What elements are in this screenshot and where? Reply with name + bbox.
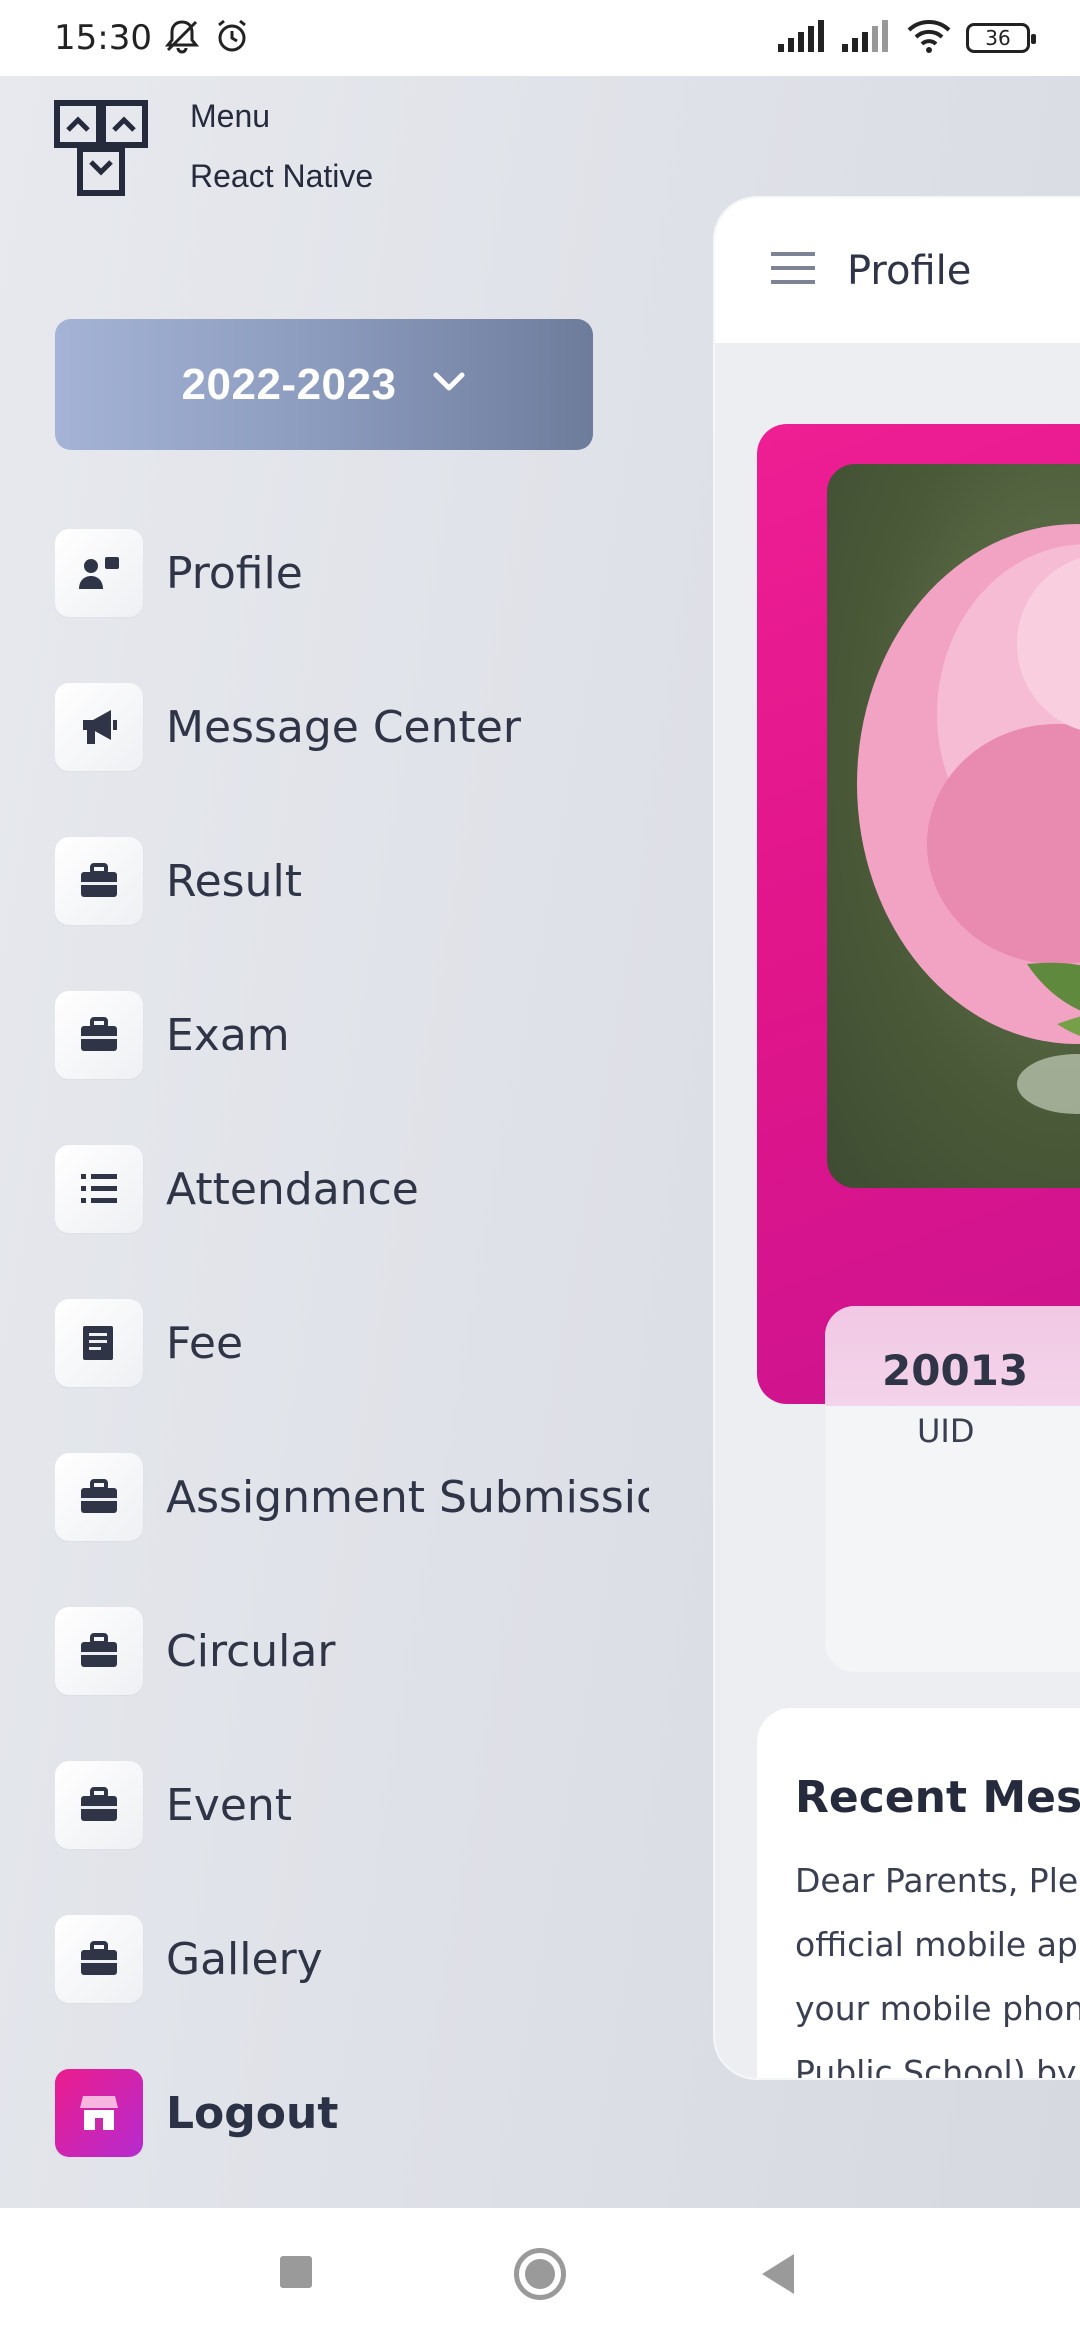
message-line: Public School) by F	[795, 2053, 1080, 2080]
list-icon	[55, 1145, 143, 1233]
hamburger-menu-icon[interactable]	[771, 248, 815, 293]
menu-label: Circular	[166, 1625, 336, 1677]
home-button[interactable]	[514, 2248, 566, 2300]
battery-icon: 36	[966, 23, 1036, 53]
system-nav-bar	[0, 2208, 1080, 2340]
menu-label: Logout	[166, 2087, 339, 2139]
academic-year-value: 2022-2023	[181, 359, 397, 409]
menu-label: Message Center	[166, 701, 521, 753]
menu-item-exam[interactable]: Exam	[55, 990, 665, 1080]
briefcase-icon	[55, 991, 143, 1079]
status-time: 15:30	[54, 18, 152, 58]
drawer-subtitle: React Native	[190, 158, 374, 194]
chevron-down-icon	[432, 371, 466, 398]
back-button[interactable]	[762, 2254, 794, 2294]
uid-value: 20013	[882, 1346, 1029, 1395]
main-screen[interactable]: Profile 20013 UID Recent Messa Dear Pare…	[713, 196, 1080, 2080]
menu-item-logout[interactable]: Logout	[55, 2068, 665, 2158]
alarm-icon	[212, 16, 252, 61]
menu-label: Gallery	[166, 1933, 323, 1985]
menu-label: Exam	[166, 1009, 290, 1061]
profile-photo	[827, 464, 1080, 1188]
user-card-icon	[55, 529, 143, 617]
signal-icon	[778, 19, 828, 57]
menu-label: Event	[166, 1779, 293, 1831]
menu-item-event[interactable]: Event	[55, 1760, 665, 1850]
briefcase-icon	[55, 1915, 143, 2003]
megaphone-icon	[55, 683, 143, 771]
recent-message-text: Dear Parents, Plea official mobile app y…	[795, 1849, 1080, 2080]
briefcase-icon	[55, 1761, 143, 1849]
menu-label: Fee	[166, 1317, 244, 1369]
app-header: Profile	[715, 198, 1080, 343]
briefcase-icon	[55, 1453, 143, 1541]
message-line: official mobile app	[795, 1925, 1080, 1964]
menu-label: Profile	[166, 547, 303, 599]
menu-item-profile[interactable]: Profile	[55, 528, 665, 618]
receipt-icon	[55, 1299, 143, 1387]
recent-messages-title: Recent Messa	[795, 1772, 1080, 1823]
uid-label: UID	[917, 1412, 975, 1450]
academic-year-dropdown[interactable]: 2022-2023	[55, 319, 593, 450]
bell-muted-icon	[162, 16, 202, 61]
menu-label: Assignment Submission	[166, 1471, 649, 1523]
briefcase-icon	[55, 837, 143, 925]
menu-label: Attendance	[166, 1163, 419, 1215]
briefcase-icon	[55, 1607, 143, 1695]
menu-item-assignment-submission[interactable]: Assignment Submission	[55, 1452, 649, 1542]
message-line: your mobile phon	[795, 1989, 1080, 2028]
menu-item-circular[interactable]: Circular	[55, 1606, 665, 1696]
profile-card	[757, 424, 1080, 1404]
status-bar: 15:30 36	[0, 0, 1080, 76]
menu-item-result[interactable]: Result	[55, 836, 665, 926]
menu-item-gallery[interactable]: Gallery	[55, 1914, 665, 2004]
menu-item-message-center[interactable]: Message Center	[55, 682, 665, 772]
recent-apps-button[interactable]	[280, 2256, 312, 2288]
menu-label: Result	[166, 855, 302, 907]
uid-card: 20013 UID	[825, 1306, 1080, 1672]
recent-messages-card[interactable]: Recent Messa Dear Parents, Plea official…	[757, 1708, 1080, 2080]
header-title: Profile	[847, 247, 972, 294]
store-icon	[55, 2069, 143, 2157]
drawer-title: Menu	[190, 98, 271, 134]
menu-item-attendance[interactable]: Attendance	[55, 1144, 665, 1234]
menu-item-fee[interactable]: Fee	[55, 1298, 665, 1388]
wifi-icon	[906, 19, 952, 58]
signal-icon	[842, 19, 892, 57]
app-logo-icon	[54, 100, 148, 196]
message-line: Dear Parents, Plea	[795, 1861, 1080, 1900]
